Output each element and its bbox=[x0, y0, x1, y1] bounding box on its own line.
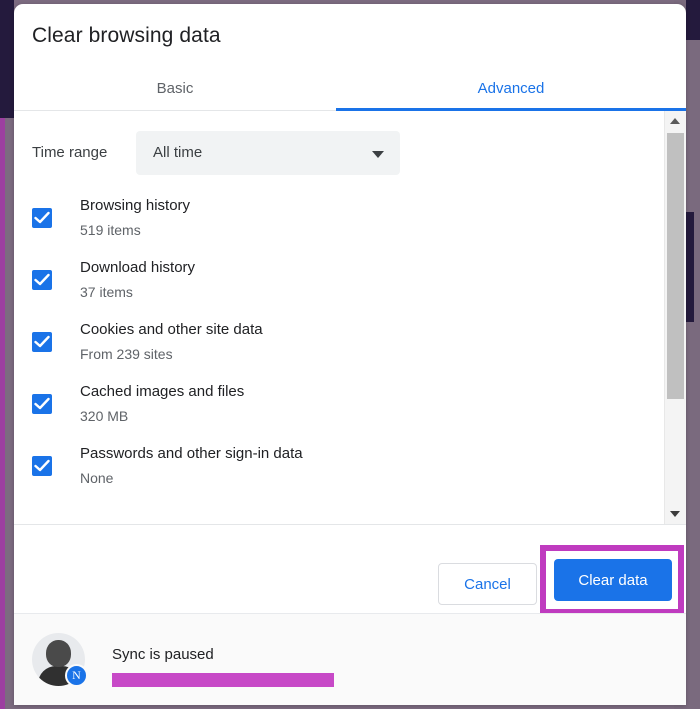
option-text: Download history 37 items bbox=[80, 255, 195, 302]
option-title: Cookies and other site data bbox=[80, 321, 263, 338]
option-subtitle: 37 items bbox=[80, 284, 133, 300]
checkbox-download-history[interactable] bbox=[32, 270, 52, 290]
sync-paused-icon: N bbox=[65, 664, 88, 687]
clear-data-button[interactable]: Clear data bbox=[554, 559, 672, 601]
checkbox-passwords-and-signin-data[interactable] bbox=[32, 456, 52, 476]
check-icon bbox=[34, 459, 50, 472]
option-title: Download history bbox=[80, 259, 196, 276]
check-icon bbox=[34, 211, 50, 224]
option-text: Browsing history 519 items bbox=[80, 193, 190, 240]
list-item[interactable]: Cached images and files 320 MB bbox=[14, 379, 686, 441]
sync-status-bar[interactable]: N Sync is paused bbox=[14, 613, 686, 705]
dialog-footer: Cancel Clear data bbox=[14, 524, 686, 615]
check-icon bbox=[34, 273, 50, 286]
time-range-label: Time range bbox=[32, 144, 108, 161]
time-range-row: Time range All time bbox=[14, 131, 686, 177]
chevron-down-icon bbox=[372, 151, 384, 158]
check-icon bbox=[34, 335, 50, 348]
option-subtitle: None bbox=[80, 470, 114, 486]
sync-status-text: Sync is paused bbox=[112, 646, 214, 663]
list-item[interactable]: Passwords and other sign-in data None bbox=[14, 441, 686, 503]
tab-bar: Basic Advanced bbox=[14, 70, 686, 111]
cancel-button[interactable]: Cancel bbox=[438, 563, 537, 605]
vertical-scrollbar[interactable] bbox=[664, 111, 686, 524]
option-title: Cached images and files bbox=[80, 383, 245, 400]
backdrop-dark-top-left bbox=[0, 0, 14, 118]
option-subtitle: 320 MB bbox=[80, 408, 129, 424]
checkbox-browsing-history[interactable] bbox=[32, 208, 52, 228]
time-range-select[interactable]: All time bbox=[136, 131, 400, 175]
option-text: Cookies and other site data From 239 sit… bbox=[80, 317, 263, 364]
scrollbar-thumb[interactable] bbox=[667, 133, 684, 399]
tab-advanced[interactable]: Advanced bbox=[336, 70, 686, 111]
option-title: Browsing history bbox=[80, 197, 191, 214]
list-item[interactable]: Download history 37 items bbox=[14, 255, 686, 317]
list-item[interactable]: Cookies and other site data From 239 sit… bbox=[14, 317, 686, 379]
option-subtitle: 519 items bbox=[80, 222, 141, 238]
option-subtitle: From 239 sites bbox=[80, 346, 173, 362]
time-range-value: All time bbox=[153, 144, 203, 161]
screenshot-root: Clear browsing data Basic Advanced Time … bbox=[0, 0, 700, 709]
option-text: Cached images and files 320 MB bbox=[80, 379, 244, 426]
check-icon bbox=[34, 397, 50, 410]
backdrop-dark-mid-right bbox=[686, 212, 694, 322]
data-type-option-list: Browsing history 519 items Download hist… bbox=[14, 193, 686, 503]
backdrop-dark-top-right bbox=[686, 0, 700, 40]
caret-up-icon[interactable] bbox=[665, 111, 686, 131]
checkbox-cached-images-and-files[interactable] bbox=[32, 394, 52, 414]
option-text: Passwords and other sign-in data None bbox=[80, 441, 303, 488]
page-title: Clear browsing data bbox=[32, 24, 221, 47]
checkbox-cookies-and-site-data[interactable] bbox=[32, 332, 52, 352]
clear-browsing-data-dialog: Clear browsing data Basic Advanced Time … bbox=[14, 4, 686, 705]
options-scroll-area: Time range All time Browsing history 519… bbox=[14, 111, 686, 524]
redaction-bar bbox=[112, 673, 334, 687]
option-title: Passwords and other sign-in data bbox=[80, 445, 303, 462]
tab-basic[interactable]: Basic bbox=[14, 70, 336, 111]
caret-down-icon[interactable] bbox=[665, 504, 686, 524]
list-item[interactable]: Browsing history 519 items bbox=[14, 193, 686, 255]
